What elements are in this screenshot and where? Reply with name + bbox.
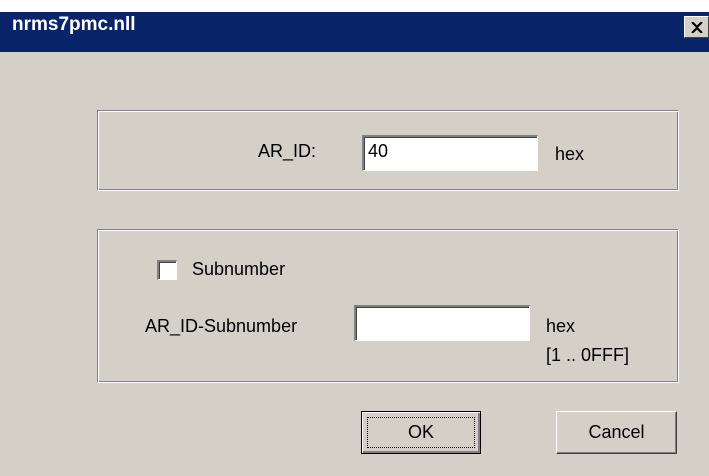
top-strip [0,0,709,12]
close-icon [690,21,703,33]
ar-id-input[interactable]: 40 [362,135,538,171]
cancel-button[interactable]: Cancel [556,411,677,454]
ar-id-subnumber-unit: hex [546,316,576,336]
dialog-window: nrms7pmc.nll AR_ID: 40 hex Subnumber AR_… [0,0,709,476]
ar-id-subnumber-input[interactable] [354,305,530,341]
ar-id-unit: hex [555,144,585,164]
window-title: nrms7pmc.nll [12,14,136,35]
cancel-button-label: Cancel [588,422,645,442]
ar-id-label: AR_ID: [258,141,317,161]
subnumber-checkbox[interactable] [157,260,177,280]
close-button[interactable] [684,16,709,38]
ar-id-subnumber-range: [1 .. 0FFF] [546,345,630,365]
subnumber-checkbox-label[interactable]: Subnumber [192,259,285,280]
ar-id-subnumber-label: AR_ID-Subnumber [145,316,298,336]
ok-button[interactable]: OK [361,411,481,454]
focus-rect [367,417,475,448]
